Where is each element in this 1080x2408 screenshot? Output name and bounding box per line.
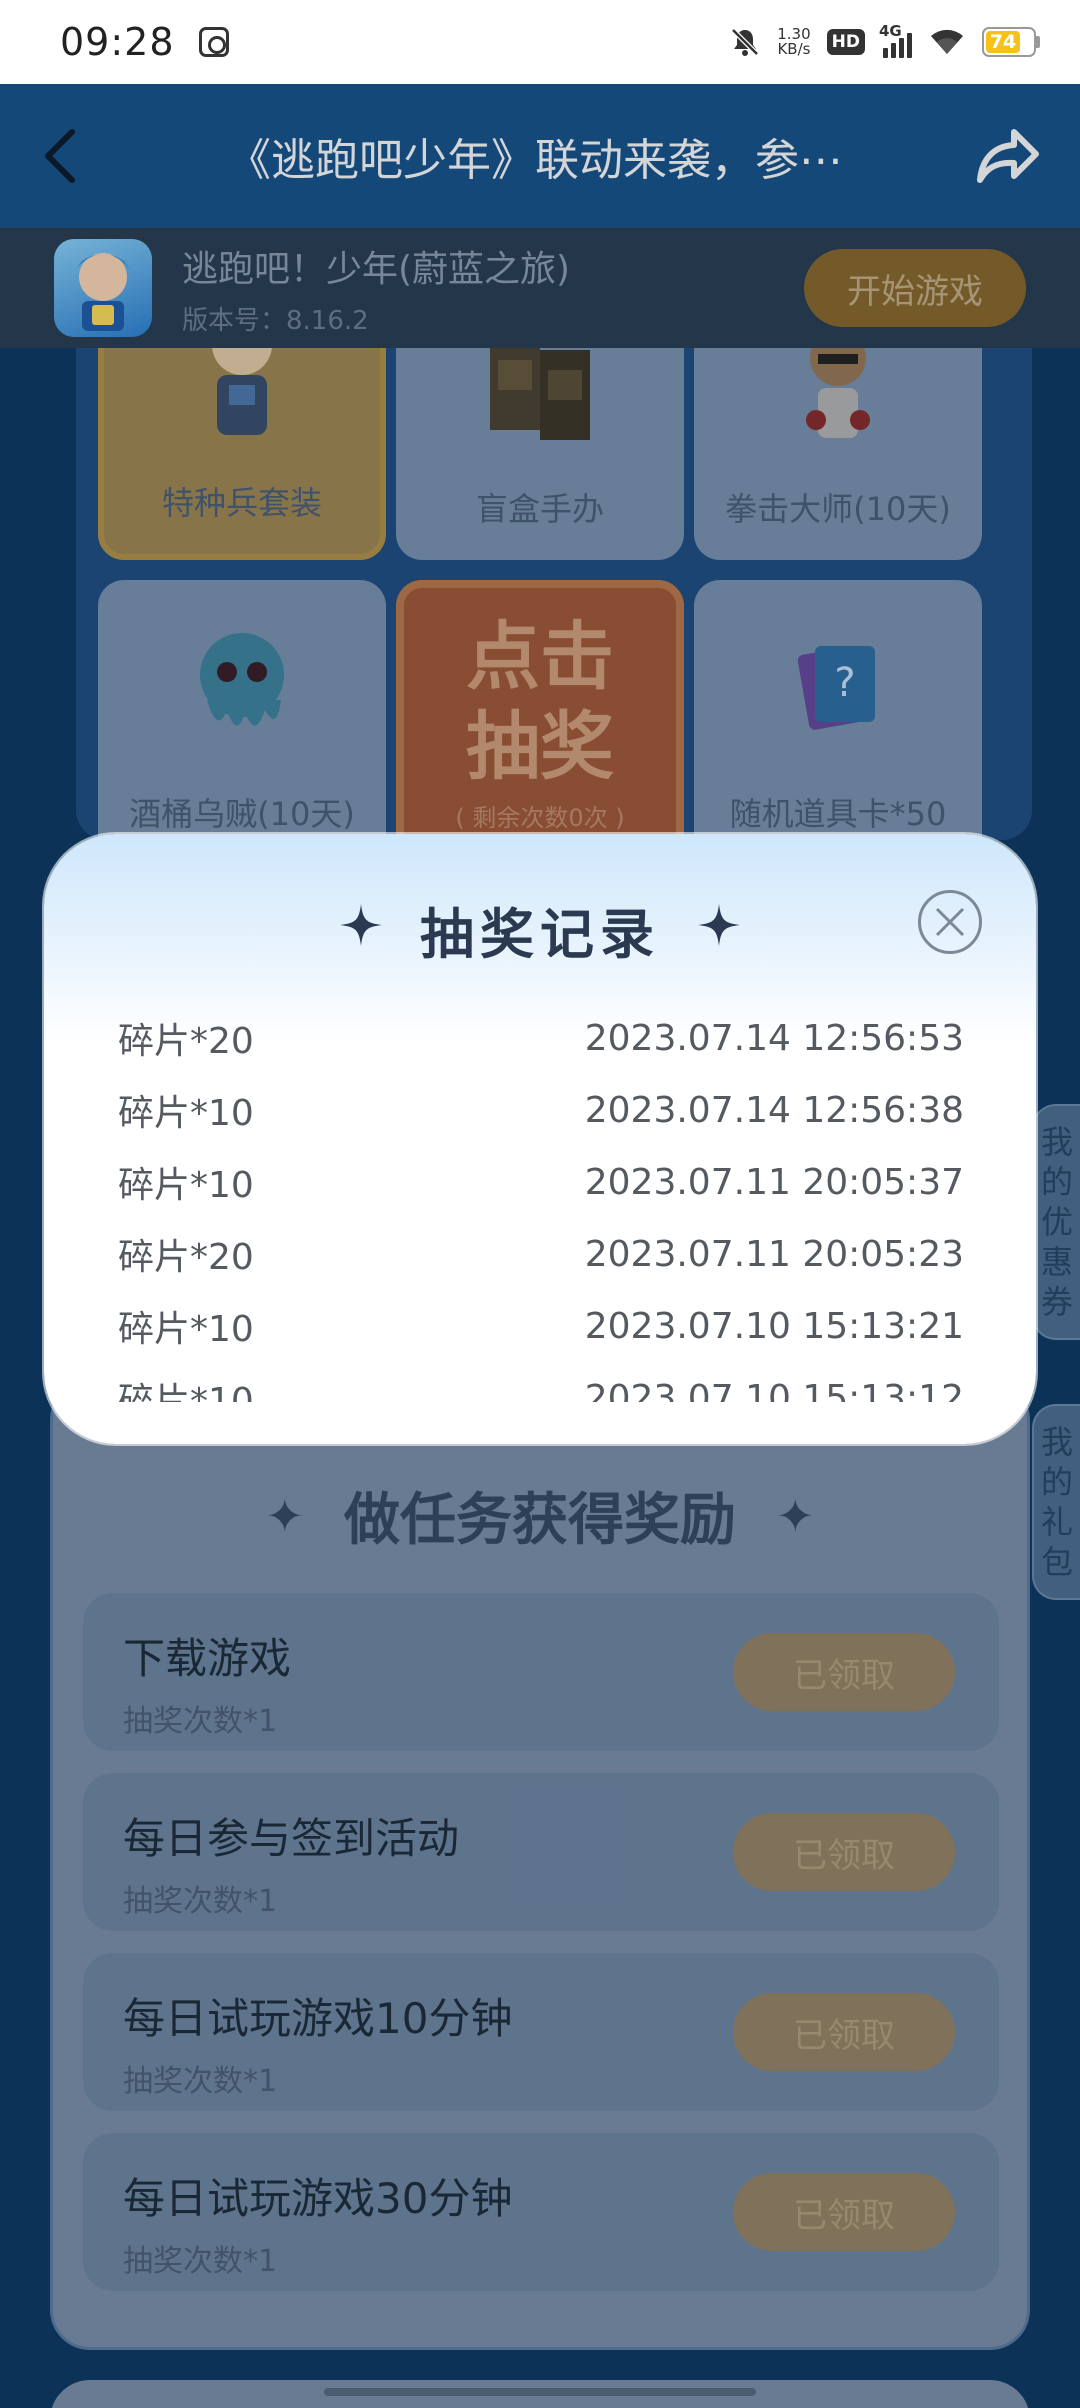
- status-bar: 09:28 1.30 KB/s HD 4G 74: [0, 0, 1080, 84]
- record-item: 碎片*10: [118, 1381, 254, 1402]
- record-time: 2023.07.10 15:13:12: [584, 1377, 964, 1403]
- record-time: 2023.07.11 20:05:37: [584, 1161, 964, 1203]
- record-time: 2023.07.14 12:56:53: [584, 1017, 964, 1059]
- hd-badge: HD: [826, 29, 865, 55]
- network-speed-unit: KB/s: [777, 40, 811, 58]
- mute-bell-icon: [729, 26, 761, 58]
- record-time: 2023.07.14 12:56:38: [584, 1089, 964, 1131]
- status-time: 09:28: [60, 20, 175, 64]
- cell-signal-icon: 4G: [879, 22, 912, 58]
- home-indicator[interactable]: [324, 2388, 756, 2396]
- record-item: 碎片*20: [118, 1237, 254, 1278]
- record-row: 碎片*10 2023.07.10 15:13:21: [118, 1290, 964, 1362]
- battery-level: 74: [986, 31, 1021, 53]
- dialog-title: 抽奖记录: [420, 903, 660, 966]
- record-item: 碎片*10: [118, 1165, 254, 1206]
- dialog-heading: 抽奖记录: [44, 890, 1036, 969]
- record-time: 2023.07.10 15:13:21: [584, 1305, 964, 1347]
- record-item: 碎片*10: [118, 1093, 254, 1134]
- record-row: 碎片*10 2023.07.14 12:56:38: [118, 1074, 964, 1146]
- wifi-icon: [928, 24, 966, 60]
- record-row: 碎片*20 2023.07.11 20:05:23: [118, 1218, 964, 1290]
- record-row: 碎片*20 2023.07.14 12:56:53: [118, 1002, 964, 1074]
- record-list[interactable]: 碎片*20 2023.07.14 12:56:53 碎片*10 2023.07.…: [118, 1002, 964, 1403]
- record-time: 2023.07.11 20:05:23: [584, 1233, 964, 1275]
- record-row: 碎片*10 2023.07.10 15:13:12: [118, 1362, 964, 1403]
- network-type: 4G: [879, 22, 902, 40]
- close-icon: [935, 907, 965, 937]
- lottery-record-dialog: 抽奖记录 碎片*20 2023.07.14 12:56:53 碎片*10 202…: [44, 834, 1036, 1444]
- network-speed: 1.30 KB/s: [777, 27, 810, 57]
- record-row: 碎片*10 2023.07.11 20:05:37: [118, 1146, 964, 1218]
- sparkle-icon: [696, 898, 742, 961]
- record-item: 碎片*20: [118, 1021, 254, 1062]
- status-icons: 1.30 KB/s HD 4G 74: [729, 22, 1040, 60]
- record-item: 碎片*10: [118, 1309, 254, 1350]
- close-button[interactable]: [918, 890, 982, 954]
- notification-app-icon: [198, 27, 229, 57]
- battery-icon: 74: [982, 27, 1040, 57]
- sparkle-icon: [338, 898, 384, 961]
